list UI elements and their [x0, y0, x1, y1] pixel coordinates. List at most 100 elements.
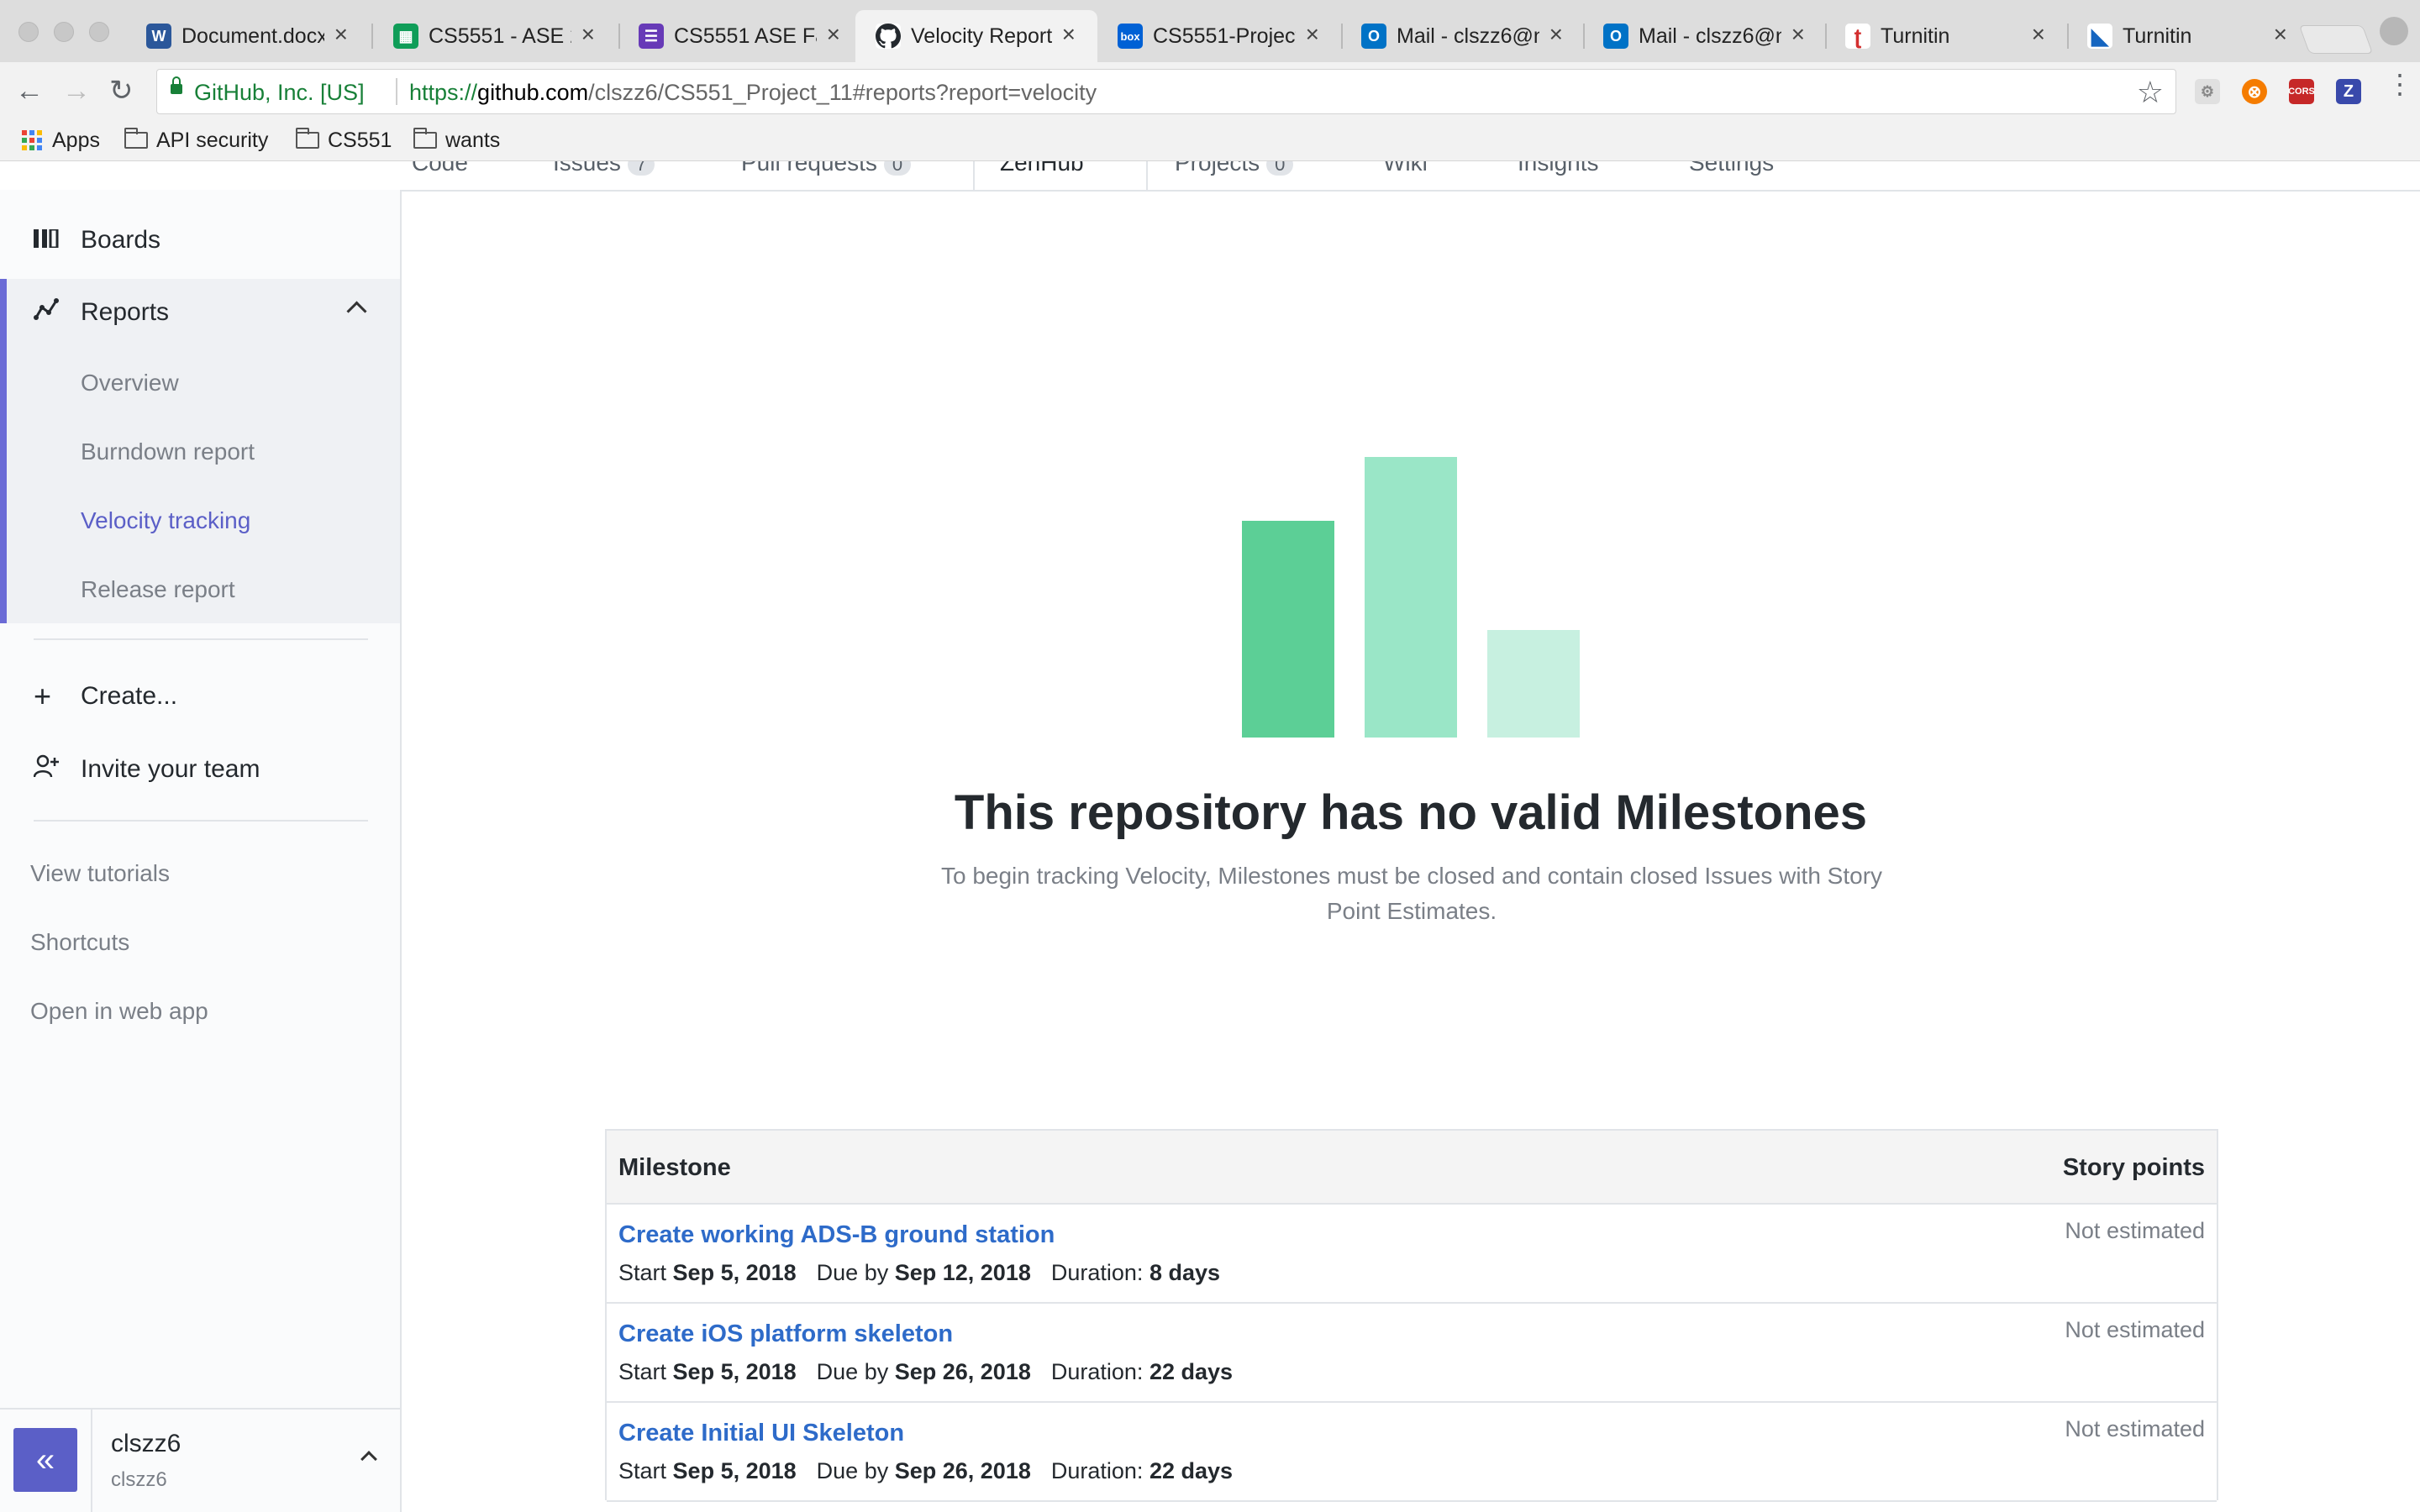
view-tutorials-link[interactable]: View tutorials — [30, 860, 170, 887]
close-icon[interactable]: × — [1306, 22, 1319, 47]
folder-icon — [413, 128, 437, 149]
outlook-icon: O — [1603, 24, 1628, 49]
extension-icon[interactable]: ⊗ — [2242, 79, 2267, 104]
github-icon — [876, 24, 901, 49]
close-icon[interactable]: × — [334, 22, 348, 47]
empty-state-title: This repository has no valid Milestones — [954, 785, 1868, 840]
bookmark-folder[interactable]: wants — [413, 126, 500, 155]
bookmark-folder[interactable]: CS551 — [296, 126, 392, 155]
browser-tab[interactable]: ☰ CS5551 ASE Fal × — [618, 10, 862, 62]
bookmark-folder[interactable]: API security — [124, 126, 268, 155]
tab-projects[interactable]: Projects 0 — [1175, 161, 1294, 176]
collapse-sidebar-button[interactable]: « — [13, 1428, 77, 1492]
sidebar-item-label: Boards — [81, 226, 161, 254]
tab-wiki[interactable]: Wiki — [1383, 161, 1428, 176]
tab-pull-requests[interactable]: Pull requests 0 — [741, 161, 912, 176]
report-link-overview[interactable]: Overview — [81, 370, 179, 396]
velocity-empty-illustration — [1242, 457, 1581, 738]
sidebar-item-reports[interactable]: Reports — [0, 279, 400, 346]
chevron-up-icon[interactable] — [360, 1451, 377, 1467]
close-icon[interactable]: × — [1062, 22, 1076, 47]
sidebar-item-label: Create... — [81, 682, 178, 710]
column-header-story-points: Story points — [2062, 1154, 2205, 1181]
close-icon[interactable]: × — [1791, 22, 1805, 47]
browser-toolbar: ← → ↻ GitHub, Inc. [US] https://github.c… — [0, 62, 2420, 123]
browser-tab[interactable]: O Mail - clszz6@n × — [1583, 10, 1827, 62]
reload-icon[interactable]: ↻ — [109, 74, 134, 108]
close-window-button[interactable] — [18, 22, 39, 42]
back-arrow-icon[interactable]: ← — [15, 74, 44, 108]
menu-dots-icon[interactable]: ⋮ — [2386, 71, 2413, 97]
create-button[interactable]: + Create... — [0, 663, 400, 730]
tab-insights[interactable]: Insights — [1518, 161, 1599, 176]
turnitin-blue-icon: ◣ — [2087, 24, 2112, 49]
profile-icon[interactable] — [2380, 17, 2408, 45]
sidebar-item-boards[interactable]: Boards — [0, 207, 400, 274]
report-link-burndown[interactable]: Burndown report — [81, 438, 255, 465]
milestones-table: Milestone Story points Create working AD… — [605, 1129, 2218, 1502]
invite-team-button[interactable]: Invite your team — [0, 736, 400, 803]
tab-title: Mail - clszz6@n — [1639, 24, 1781, 48]
zenhub-sidebar: Boards Reports Overview Burndown report … — [0, 190, 402, 1512]
extension-icon[interactable]: ⚙ — [2195, 79, 2220, 104]
close-icon[interactable]: × — [1549, 22, 1563, 47]
bookmark-label: Apps — [52, 128, 100, 152]
milestone-dates: Start Sep 5, 2018 Due by Sep 26, 2018 Dura… — [618, 1359, 1234, 1384]
tab-title: Turnitin — [1881, 24, 1950, 48]
close-icon[interactable]: × — [581, 22, 595, 47]
tab-settings[interactable]: Settings — [1689, 161, 1774, 176]
tab-title: Turnitin — [2123, 24, 2192, 48]
milestone-dates: Start Sep 5, 2018 Due by Sep 12, 2018 Dura… — [618, 1260, 1220, 1285]
milestone-link[interactable]: Create working ADS-B ground station — [618, 1221, 1055, 1249]
open-web-app-link[interactable]: Open in web app — [30, 998, 208, 1025]
browser-tab[interactable]: O Mail - clszz6@n × — [1341, 10, 1585, 62]
table-row: Create working ADS-B ground station Star… — [607, 1205, 2217, 1304]
forward-arrow-icon[interactable]: → — [62, 74, 91, 108]
new-tab-button[interactable] — [2298, 25, 2374, 54]
bookmark-star-icon[interactable]: ☆ — [2137, 75, 2164, 110]
tab-title: Mail - clszz6@n — [1397, 24, 1539, 48]
shortcuts-link[interactable]: Shortcuts — [30, 929, 129, 956]
report-link-velocity[interactable]: Velocity tracking — [81, 507, 250, 534]
tab-issues[interactable]: Issues 7 — [553, 161, 655, 176]
turnitin-icon: ʈ — [1845, 24, 1870, 49]
tab-zenhub[interactable]: ZenHub — [1000, 161, 1084, 176]
table-row: Create Initial UI Skeleton Start Sep 5, … — [607, 1403, 2217, 1502]
chevron-up-icon[interactable] — [346, 301, 367, 322]
milestone-link[interactable]: Create iOS platform skeleton — [618, 1320, 953, 1348]
minimize-window-button[interactable] — [54, 22, 74, 42]
browser-tab[interactable]: W Document.docx × — [126, 10, 370, 62]
zoom-window-button[interactable] — [89, 22, 109, 42]
browser-tab[interactable]: box CS5551-Project × — [1097, 10, 1341, 62]
bookmarks-bar: Apps API security CS551 wants — [0, 123, 2420, 161]
boards-icon — [34, 226, 59, 255]
user-name: clszz6 — [111, 1430, 182, 1457]
reports-chart-icon — [34, 297, 59, 328]
close-icon[interactable]: × — [2032, 22, 2045, 47]
milestone-link[interactable]: Create Initial UI Skeleton — [618, 1420, 904, 1447]
story-points-value: Not estimated — [2065, 1218, 2205, 1243]
milestone-dates: Start Sep 5, 2018 Due by Sep 26, 2018 Dura… — [618, 1458, 1234, 1483]
tab-title: CS5551 ASE Fal — [674, 24, 817, 48]
repo-nav-tabs: Code Issues 7 Pull requests 0 ZenHub Proje… — [0, 161, 2420, 192]
close-icon[interactable]: × — [827, 22, 840, 47]
lock-icon — [171, 76, 182, 94]
report-link-release[interactable]: Release report — [81, 576, 235, 603]
site-identity: GitHub, Inc. [US] — [194, 80, 365, 105]
tab-code[interactable]: Code — [412, 161, 468, 176]
tab-title: Velocity Report — [911, 24, 1052, 48]
browser-tab-active[interactable]: Velocity Report × — [855, 10, 1097, 62]
illustration-bar — [1487, 630, 1580, 738]
bookmark-label: CS551 — [328, 128, 392, 152]
browser-tab[interactable]: ʈ Turnitin × — [1825, 10, 2067, 62]
browser-tab[interactable]: ▦ CS5551 - ASE 2 × — [373, 10, 617, 62]
url-text[interactable]: https://github.com/clszz6/CS551_Project_… — [409, 80, 1097, 106]
zotero-extension-icon[interactable]: Z — [2336, 79, 2361, 104]
close-icon[interactable]: × — [2274, 22, 2287, 47]
story-points-value: Not estimated — [2065, 1317, 2205, 1342]
cors-extension-icon[interactable]: CORS — [2288, 79, 2315, 104]
story-points-value: Not estimated — [2065, 1416, 2205, 1441]
address-bar[interactable]: GitHub, Inc. [US] https://github.com/cls… — [156, 69, 2176, 114]
bookmark-apps[interactable]: Apps — [22, 126, 100, 155]
browser-tab[interactable]: ◣ Turnitin × — [2067, 10, 2309, 62]
